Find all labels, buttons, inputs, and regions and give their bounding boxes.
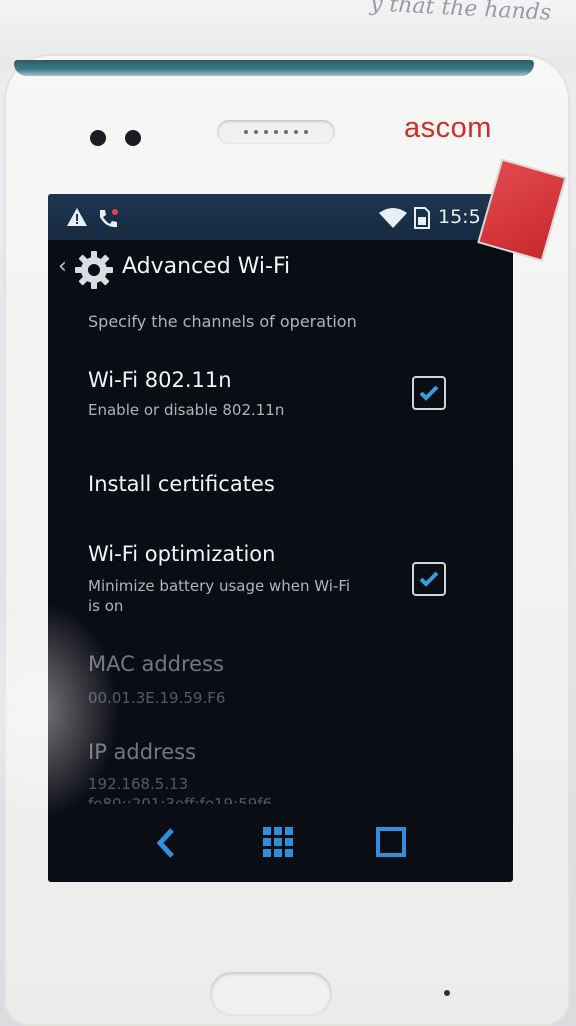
recent-apps-icon[interactable] (375, 826, 407, 858)
setting-summary: Enable or disable 802.11n (88, 401, 285, 419)
setting-title: Wi-Fi 802.11n (88, 368, 232, 392)
wifi-icon (379, 208, 407, 228)
sim-icon (414, 207, 430, 229)
setting-title: Wi-Fi optimization (88, 542, 276, 566)
back-icon[interactable] (152, 826, 180, 860)
checkmark-icon (419, 385, 439, 401)
up-caret-icon[interactable]: ‹ (58, 254, 67, 279)
setting-summary-line1: Minimize battery usage when Wi-Fi (88, 577, 351, 595)
page-title: Advanced Wi-Fi (122, 254, 291, 279)
warning-icon (67, 208, 87, 226)
setting-title: Install certificates (88, 472, 275, 496)
screen-glare (0, 600, 120, 820)
action-bar[interactable]: ‹ Advanced Wi-Fi (48, 240, 513, 298)
wifi-optimization-checkbox[interactable] (412, 562, 446, 596)
brand-logo: ascom (404, 112, 492, 144)
category-header: Specify the channels of operation (88, 312, 357, 331)
phone-top-strip (14, 60, 534, 76)
front-camera-icon (90, 130, 106, 146)
status-bar: 15:5 (48, 194, 513, 240)
wifi-80211n-checkbox[interactable] (412, 376, 446, 410)
setting-wifi-80211n[interactable]: Wi-Fi 802.11n Enable or disable 802.11n (48, 356, 513, 436)
apps-grid-icon[interactable] (262, 826, 294, 858)
microphone-icon (444, 990, 450, 996)
gear-icon[interactable] (74, 250, 114, 290)
background-paper-text: y that the hands (369, 0, 552, 26)
status-time: 15:5 (438, 206, 481, 228)
home-button[interactable] (210, 972, 332, 1016)
setting-install-certificates[interactable]: Install certificates (48, 458, 513, 518)
missed-call-icon (100, 209, 118, 228)
earpiece-speaker (217, 120, 335, 144)
checkmark-icon (419, 571, 439, 587)
proximity-sensor-icon (125, 130, 141, 146)
